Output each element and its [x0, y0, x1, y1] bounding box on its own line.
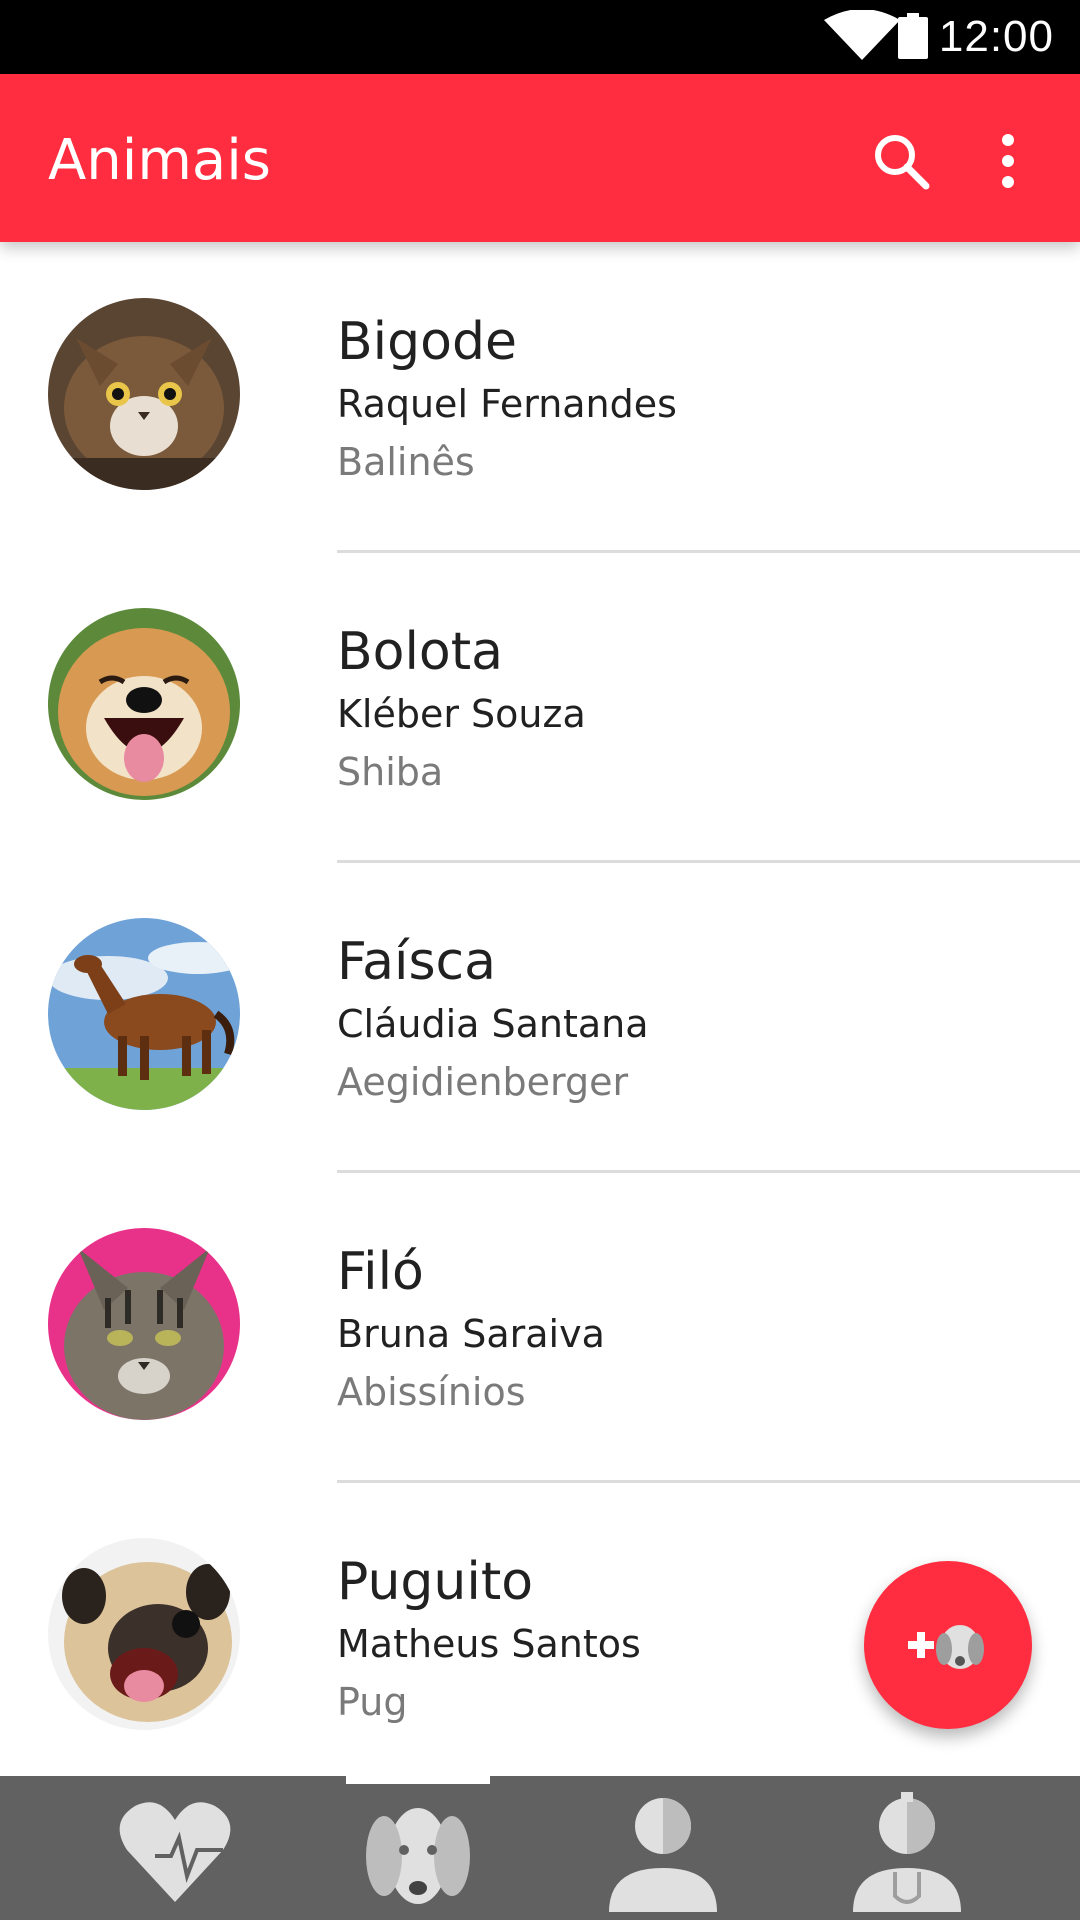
pet-name: Puguito: [337, 1552, 534, 1612]
wifi-icon: [824, 10, 900, 60]
pet-name: Faísca: [337, 932, 496, 992]
pet-name: Bigode: [337, 312, 517, 372]
bottom-navigation: [0, 1776, 1080, 1920]
avatar: [48, 298, 240, 490]
clock: 12:00: [938, 12, 1054, 61]
page-title: Animais: [48, 128, 271, 193]
breed: Aegidienberger: [337, 1060, 629, 1104]
breed: Abissínios: [337, 1370, 526, 1414]
heart-pulse-icon: [119, 1802, 231, 1902]
breed: Pug: [337, 1680, 408, 1724]
avatar: [48, 608, 240, 800]
tab-animals[interactable]: [283, 1776, 553, 1920]
pet-name: Bolota: [337, 622, 504, 682]
tab-owners[interactable]: [528, 1776, 798, 1920]
pug-dog-photo: [48, 1538, 240, 1730]
owner-name: Raquel Fernandes: [337, 382, 677, 426]
cat-photo: [48, 298, 240, 490]
owner-name: Matheus Santos: [337, 1622, 641, 1666]
avatar: [48, 918, 240, 1110]
avatar: [48, 1538, 240, 1730]
owner-name: Kléber Souza: [337, 692, 586, 736]
avatar: [48, 1228, 240, 1420]
status-bar: 12:00: [0, 0, 1080, 74]
person-icon: [609, 1798, 717, 1912]
tab-health[interactable]: [40, 1776, 310, 1920]
tabby-cat-photo: [48, 1228, 240, 1420]
tab-veterinarians[interactable]: [772, 1776, 1042, 1920]
app-bar: Animais: [0, 74, 1080, 242]
veterinarian-icon: [853, 1792, 961, 1912]
shiba-dog-photo: [48, 608, 240, 800]
breed: Shiba: [337, 750, 444, 794]
list-item[interactable]: Bolota Kléber Souza Shiba: [0, 552, 1080, 863]
add-pet-icon: [908, 1625, 984, 1669]
list-item[interactable]: Faísca Cláudia Santana Aegidienberger: [0, 862, 1080, 1173]
list-item[interactable]: Bigode Raquel Fernandes Balinês: [0, 242, 1080, 553]
breed: Balinês: [337, 440, 475, 484]
pet-name: Filó: [337, 1242, 424, 1302]
list-item[interactable]: Filó Bruna Saraiva Abissínios: [0, 1172, 1080, 1483]
add-animal-button[interactable]: [864, 1561, 1032, 1729]
dog-icon: [366, 1808, 470, 1904]
animal-list: Bigode Raquel Fernandes Balinês Bolota K…: [0, 242, 1080, 1776]
horse-photo: [48, 918, 240, 1110]
battery-icon: [898, 13, 928, 59]
owner-name: Cláudia Santana: [337, 1002, 649, 1046]
owner-name: Bruna Saraiva: [337, 1312, 605, 1356]
more-vert-icon[interactable]: [990, 132, 1026, 190]
search-icon[interactable]: [872, 132, 930, 190]
